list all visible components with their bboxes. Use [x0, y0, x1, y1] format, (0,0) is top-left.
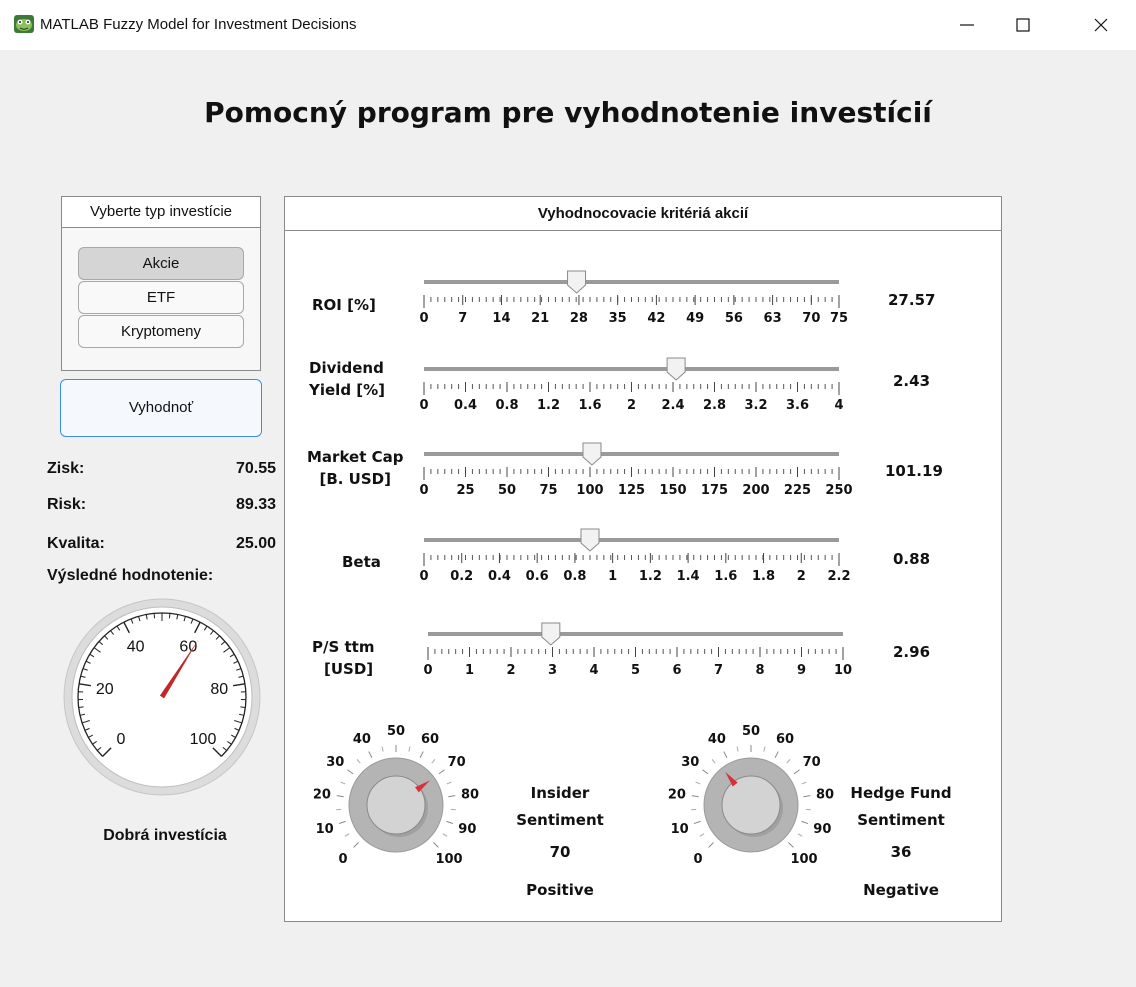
gauge-tick [78, 706, 84, 709]
profit-value: 70.55 [235, 460, 276, 477]
hedge-fund-sentiment-value: 36 [890, 843, 912, 861]
ps-ttm-value: 2.96 [893, 643, 931, 661]
close-button[interactable] [1078, 0, 1124, 50]
evaluate-button[interactable]: Vyhodnoť [60, 379, 262, 437]
final-rating-gauge: 0 20 40 60 80 100 [63, 598, 261, 796]
gauge-tick-label: 0 [117, 731, 126, 748]
beta-label: Beta [342, 553, 381, 571]
final-rating-label: Výsledné hodnotenie: [47, 567, 214, 584]
maximize-icon [1016, 18, 1030, 32]
ps-ttm-label: P/S ttm [USD] [312, 638, 375, 678]
verdict-text: Dobrá investícia [103, 827, 227, 844]
roi-label: ROI [%] [312, 296, 376, 314]
hedge-fund-sentiment-label: Hedge Fund Sentiment [850, 784, 952, 829]
hedge-fund-sentiment-status: Negative [863, 881, 939, 899]
gauge-tick-label: 60 [179, 638, 197, 655]
close-icon [1094, 18, 1108, 32]
option-etf-button[interactable]: ETF [78, 281, 244, 314]
profit-label: Zisk: [47, 460, 85, 477]
criteria-title: Vyhodnocovacie kritériá akcií [285, 197, 1001, 231]
matlab-app-icon [13, 14, 35, 34]
beta-value: 0.88 [893, 550, 931, 568]
page-title: Pomocný program pre vyhodnotenie investí… [204, 96, 932, 129]
quality-value: 25.00 [235, 535, 276, 552]
minimize-button[interactable] [944, 0, 990, 50]
market-cap-label: Market Cap [B. USD] [307, 448, 404, 488]
option-crypto-button[interactable]: Kryptomeny [78, 315, 244, 348]
gauge-tick-label: 80 [210, 681, 228, 698]
investment-type-title: Vyberte typ investície [62, 197, 260, 228]
maximize-button[interactable] [1000, 0, 1046, 50]
gauge-tick-label: 100 [190, 731, 217, 748]
gauge-tick [240, 706, 246, 709]
gauge-tick-label: 20 [96, 681, 114, 698]
risk-value: 89.33 [235, 496, 276, 513]
insider-sentiment-value: 70 [549, 843, 571, 861]
roi-value: 27.57 [888, 291, 936, 309]
insider-sentiment-label: Insider Sentiment [516, 784, 604, 829]
risk-label: Risk: [47, 496, 87, 513]
market-cap-value: 101.19 [885, 462, 943, 480]
dividend-yield-label: Dividend Yield [%] [309, 359, 386, 399]
insider-sentiment-status: Positive [526, 881, 594, 899]
window-title: MATLAB Fuzzy Model for Investment Decisi… [40, 16, 357, 33]
quality-label: Kvalita: [47, 535, 105, 552]
gauge-tick-label: 40 [127, 638, 145, 655]
dividend-yield-value: 2.43 [893, 372, 931, 390]
minimize-icon [960, 24, 974, 26]
option-stocks-button[interactable]: Akcie [78, 247, 244, 280]
investment-type-group: Vyberte typ investície Akcie ETF Kryptom… [61, 196, 261, 371]
